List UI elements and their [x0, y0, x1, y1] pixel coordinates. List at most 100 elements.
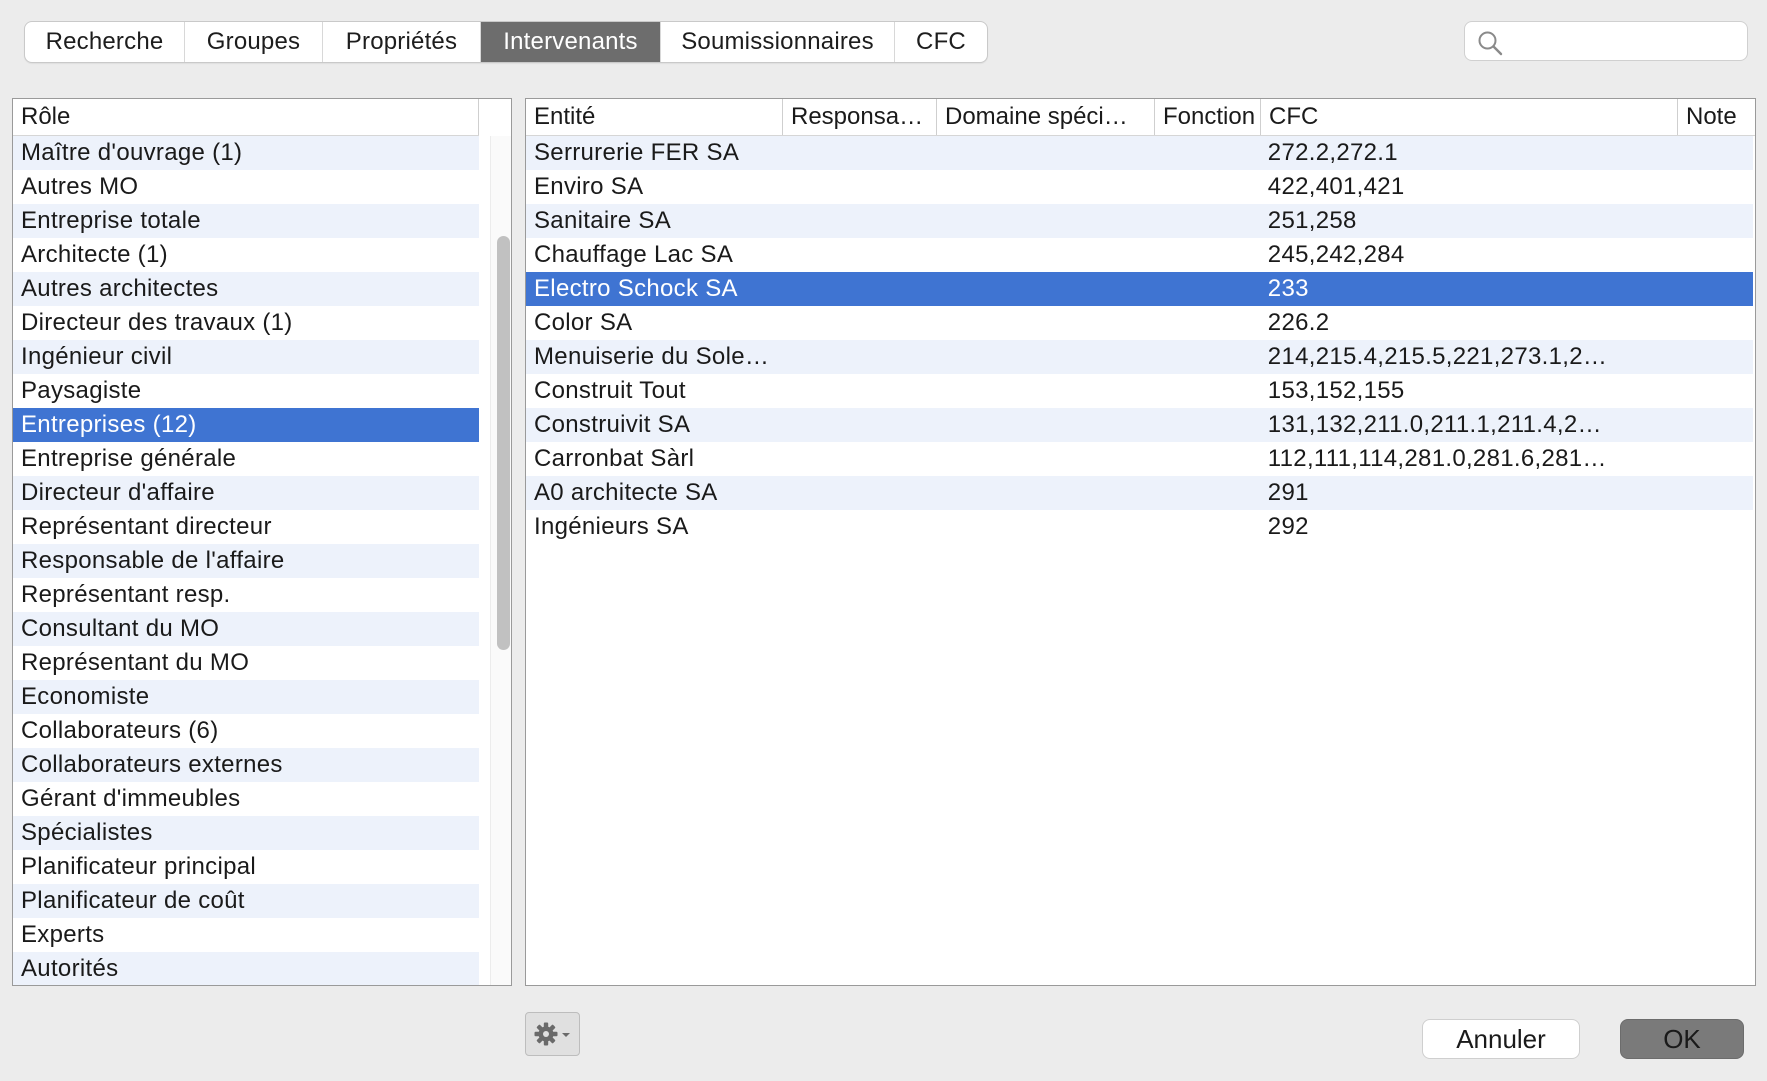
table-row[interactable]: Construivit SA 131,132,211.0,211.1,211.4,… [526, 408, 1753, 442]
cell-domaine [936, 272, 1154, 306]
search-field[interactable] [1464, 21, 1748, 61]
role-list-item[interactable]: Entreprise générale [13, 442, 479, 476]
empty-row [526, 578, 1753, 612]
column-header-entite[interactable]: Entité [526, 99, 783, 135]
role-list-item[interactable]: Entreprises (12) [13, 408, 479, 442]
role-list-item[interactable]: Responsable de l'affaire [13, 544, 479, 578]
cell-cfc: 153,152,155 [1267, 377, 1405, 404]
column-header-note[interactable]: Note [1678, 99, 1755, 135]
role-list-item[interactable]: Entreprise totale [13, 204, 479, 238]
cell-domaine [936, 204, 1154, 238]
role-list-item[interactable]: Experts [13, 918, 479, 952]
cell-cfc: 251,258 [1267, 207, 1357, 234]
role-list-item[interactable]: Autres MO [13, 170, 479, 204]
role-list-item[interactable]: Collaborateurs externes [13, 748, 479, 782]
role-list-item[interactable]: Autorités [13, 952, 479, 985]
table-row[interactable]: Color SA 226.2 [526, 306, 1753, 340]
role-label: Consultant du MO [21, 615, 220, 642]
cell-responsable [783, 170, 937, 204]
role-list-item[interactable]: Maître d'ouvrage (1) [13, 136, 479, 170]
role-list-item[interactable]: Paysagiste [13, 374, 479, 408]
cancel-button[interactable]: Annuler [1422, 1019, 1580, 1059]
role-list-item[interactable]: Planificateur de coût [13, 884, 479, 918]
table-row[interactable]: Chauffage Lac SA 245,242,284 [526, 238, 1753, 272]
role-label: Autorités [21, 955, 119, 982]
empty-row [526, 918, 1753, 952]
role-label: Entreprise générale [21, 445, 237, 472]
entities-header: Entité Responsa… Domaine spéci… Fonction… [526, 99, 1755, 136]
cell-note [1676, 442, 1753, 476]
role-list-item[interactable]: Représentant du MO [13, 646, 479, 680]
role-list-item[interactable]: Autres architectes [13, 272, 479, 306]
table-row[interactable]: Enviro SA 422,401,421 [526, 170, 1753, 204]
roles-scrollbar[interactable] [490, 136, 511, 985]
cell-responsable [783, 272, 937, 306]
tab-soumissionnaires[interactable]: Soumissionnaires [661, 22, 895, 62]
roles-scroll-thumb[interactable] [497, 236, 510, 650]
ok-button[interactable]: OK [1620, 1019, 1744, 1059]
tab-recherche[interactable]: Recherche [25, 22, 185, 62]
role-list-item[interactable]: Planificateur principal [13, 850, 479, 884]
table-row[interactable]: Ingénieurs SA 292 [526, 510, 1753, 544]
cell-domaine [936, 306, 1154, 340]
column-header-responsable[interactable]: Responsa… [783, 99, 937, 135]
tab-proprietes[interactable]: Propriétés [323, 22, 481, 62]
cell-entite: Serrurerie FER SA [534, 139, 740, 166]
cell-fonction [1154, 340, 1260, 374]
table-row[interactable]: Menuiserie du Sole… 214,215.4,215.5,221,2… [526, 340, 1753, 374]
column-header-cfc[interactable]: CFC [1261, 99, 1678, 135]
search-input[interactable] [1509, 26, 1743, 58]
role-label: Représentant directeur [21, 513, 272, 540]
table-row[interactable]: Carronbat Sàrl 112,111,114,281.0,281.6,28… [526, 442, 1753, 476]
cell-fonction [1154, 374, 1260, 408]
entities-table: Entité Responsa… Domaine spéci… Fonction… [525, 98, 1756, 986]
cell-fonction [1154, 238, 1260, 272]
tab-groupes[interactable]: Groupes [185, 22, 323, 62]
role-list-item[interactable]: Directeur d'affaire [13, 476, 479, 510]
roles-list: Rôle Maître d'ouvrage (1) Autres MO Entrep… [12, 98, 512, 986]
cell-fonction [1154, 510, 1260, 544]
role-list-item[interactable]: Spécialistes [13, 816, 479, 850]
role-list-item[interactable]: Ingénieur civil [13, 340, 479, 374]
table-row[interactable]: Sanitaire SA 251,258 [526, 204, 1753, 238]
cell-domaine [936, 476, 1154, 510]
cell-entite: A0 architecte SA [534, 479, 718, 506]
cell-responsable [783, 510, 937, 544]
role-list-item[interactable]: Directeur des travaux (1) [13, 306, 479, 340]
empty-row [526, 544, 1753, 578]
column-header-domaine[interactable]: Domaine spéci… [937, 99, 1155, 135]
table-row[interactable]: Serrurerie FER SA 272.2,272.1 [526, 136, 1753, 170]
cell-responsable [783, 306, 937, 340]
role-list-item[interactable]: Gérant d'immeubles [13, 782, 479, 816]
cell-fonction [1154, 136, 1260, 170]
role-list-item[interactable]: Economiste [13, 680, 479, 714]
table-row[interactable]: Construit Tout 153,152,155 [526, 374, 1753, 408]
cell-note [1676, 204, 1753, 238]
cell-note [1676, 238, 1753, 272]
role-list-item[interactable]: Collaborateurs (6) [13, 714, 479, 748]
empty-row [526, 884, 1753, 918]
actions-menu-button[interactable] [525, 1012, 580, 1056]
empty-row [526, 612, 1753, 646]
tab-intervenants[interactable]: Intervenants [481, 22, 661, 62]
cell-cfc: 291 [1267, 479, 1309, 506]
cell-domaine [936, 442, 1154, 476]
role-list-item[interactable]: Représentant directeur [13, 510, 479, 544]
roles-header: Rôle [13, 99, 479, 136]
tab-cfc[interactable]: CFC [895, 22, 987, 62]
cell-cfc: 292 [1267, 513, 1309, 540]
table-row[interactable]: Electro Schock SA 233 [526, 272, 1753, 306]
cell-cfc: 233 [1267, 275, 1309, 302]
cell-note [1676, 476, 1753, 510]
role-list-item[interactable]: Consultant du MO [13, 612, 479, 646]
role-label: Représentant resp. [21, 581, 231, 608]
role-list-item[interactable]: Représentant resp. [13, 578, 479, 612]
column-header-fonction[interactable]: Fonction [1155, 99, 1261, 135]
table-row[interactable]: A0 architecte SA 291 [526, 476, 1753, 510]
role-label: Collaborateurs externes [21, 751, 283, 778]
column-header-role[interactable]: Rôle [13, 99, 479, 135]
role-label: Spécialistes [21, 819, 153, 846]
role-list-item[interactable]: Architecte (1) [13, 238, 479, 272]
role-label: Autres MO [21, 173, 139, 200]
cell-entite: Color SA [534, 309, 633, 336]
